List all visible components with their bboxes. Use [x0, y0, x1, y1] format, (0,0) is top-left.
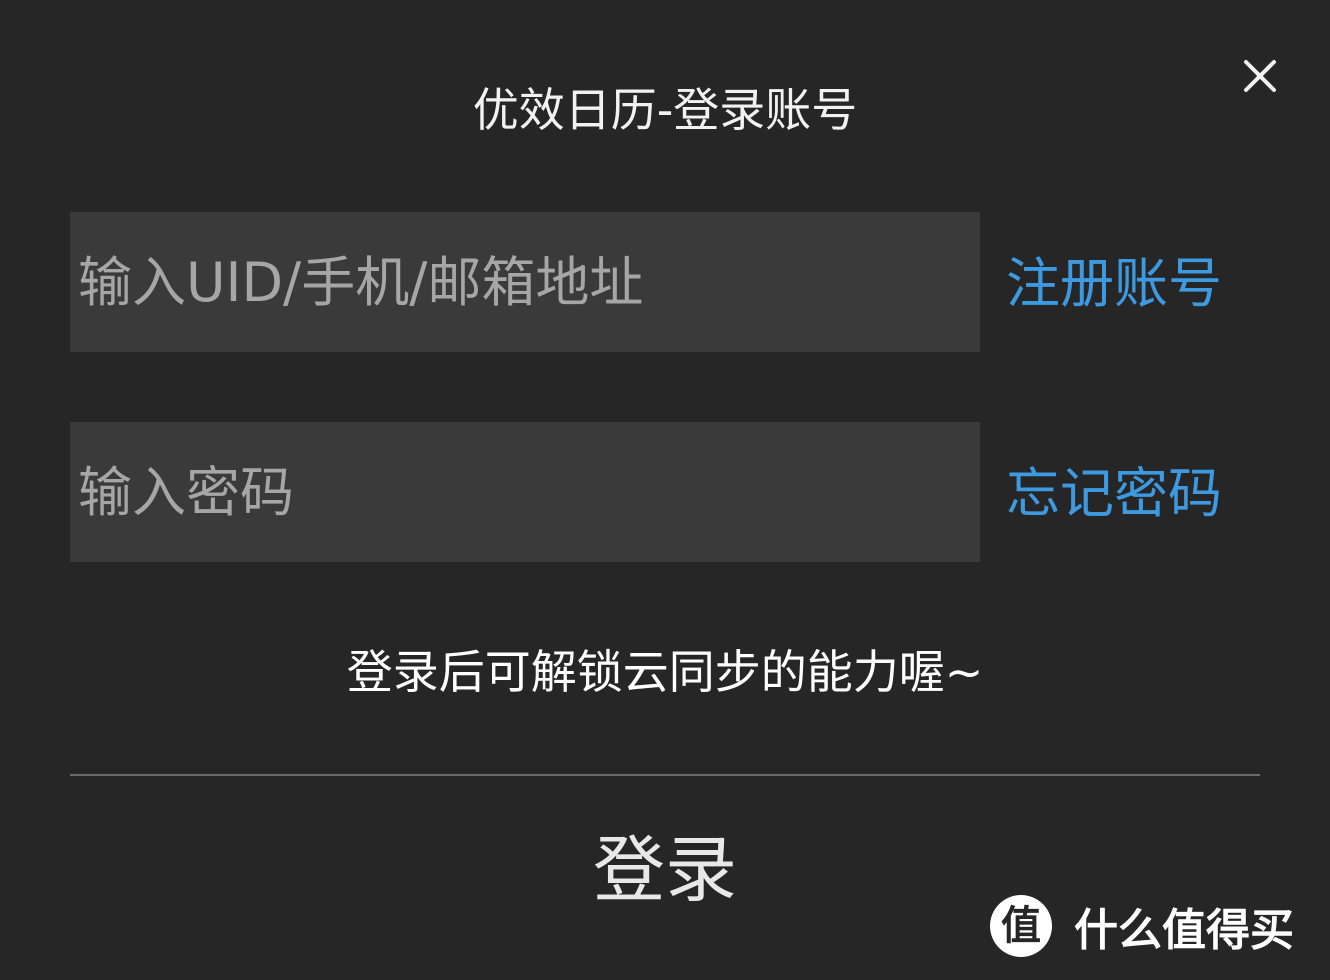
close-button[interactable]	[1236, 52, 1284, 100]
sync-hint-text: 登录后可解锁云同步的能力喔~	[346, 645, 984, 699]
forgot-password-link[interactable]: 忘记密码	[1006, 454, 1246, 534]
password-field-container	[70, 422, 980, 562]
watermark: 值 什么值得买	[990, 894, 1294, 958]
divider	[70, 774, 1260, 776]
password-input[interactable]	[70, 422, 980, 562]
login-dialog: 优效日历-登录账号 注册账号 忘记密码 登录后可解锁云同步的能力喔~ 登录 值 …	[0, 0, 1330, 980]
close-icon	[1236, 52, 1284, 100]
dialog-title: 优效日历-登录账号	[472, 83, 858, 137]
account-field-container	[70, 212, 980, 352]
register-link[interactable]: 注册账号	[1006, 244, 1246, 324]
account-input[interactable]	[70, 212, 980, 352]
watermark-text: 什么值得买	[1074, 905, 1294, 956]
login-button[interactable]: 登录	[540, 822, 790, 918]
watermark-logo-icon: 值	[990, 895, 1052, 957]
